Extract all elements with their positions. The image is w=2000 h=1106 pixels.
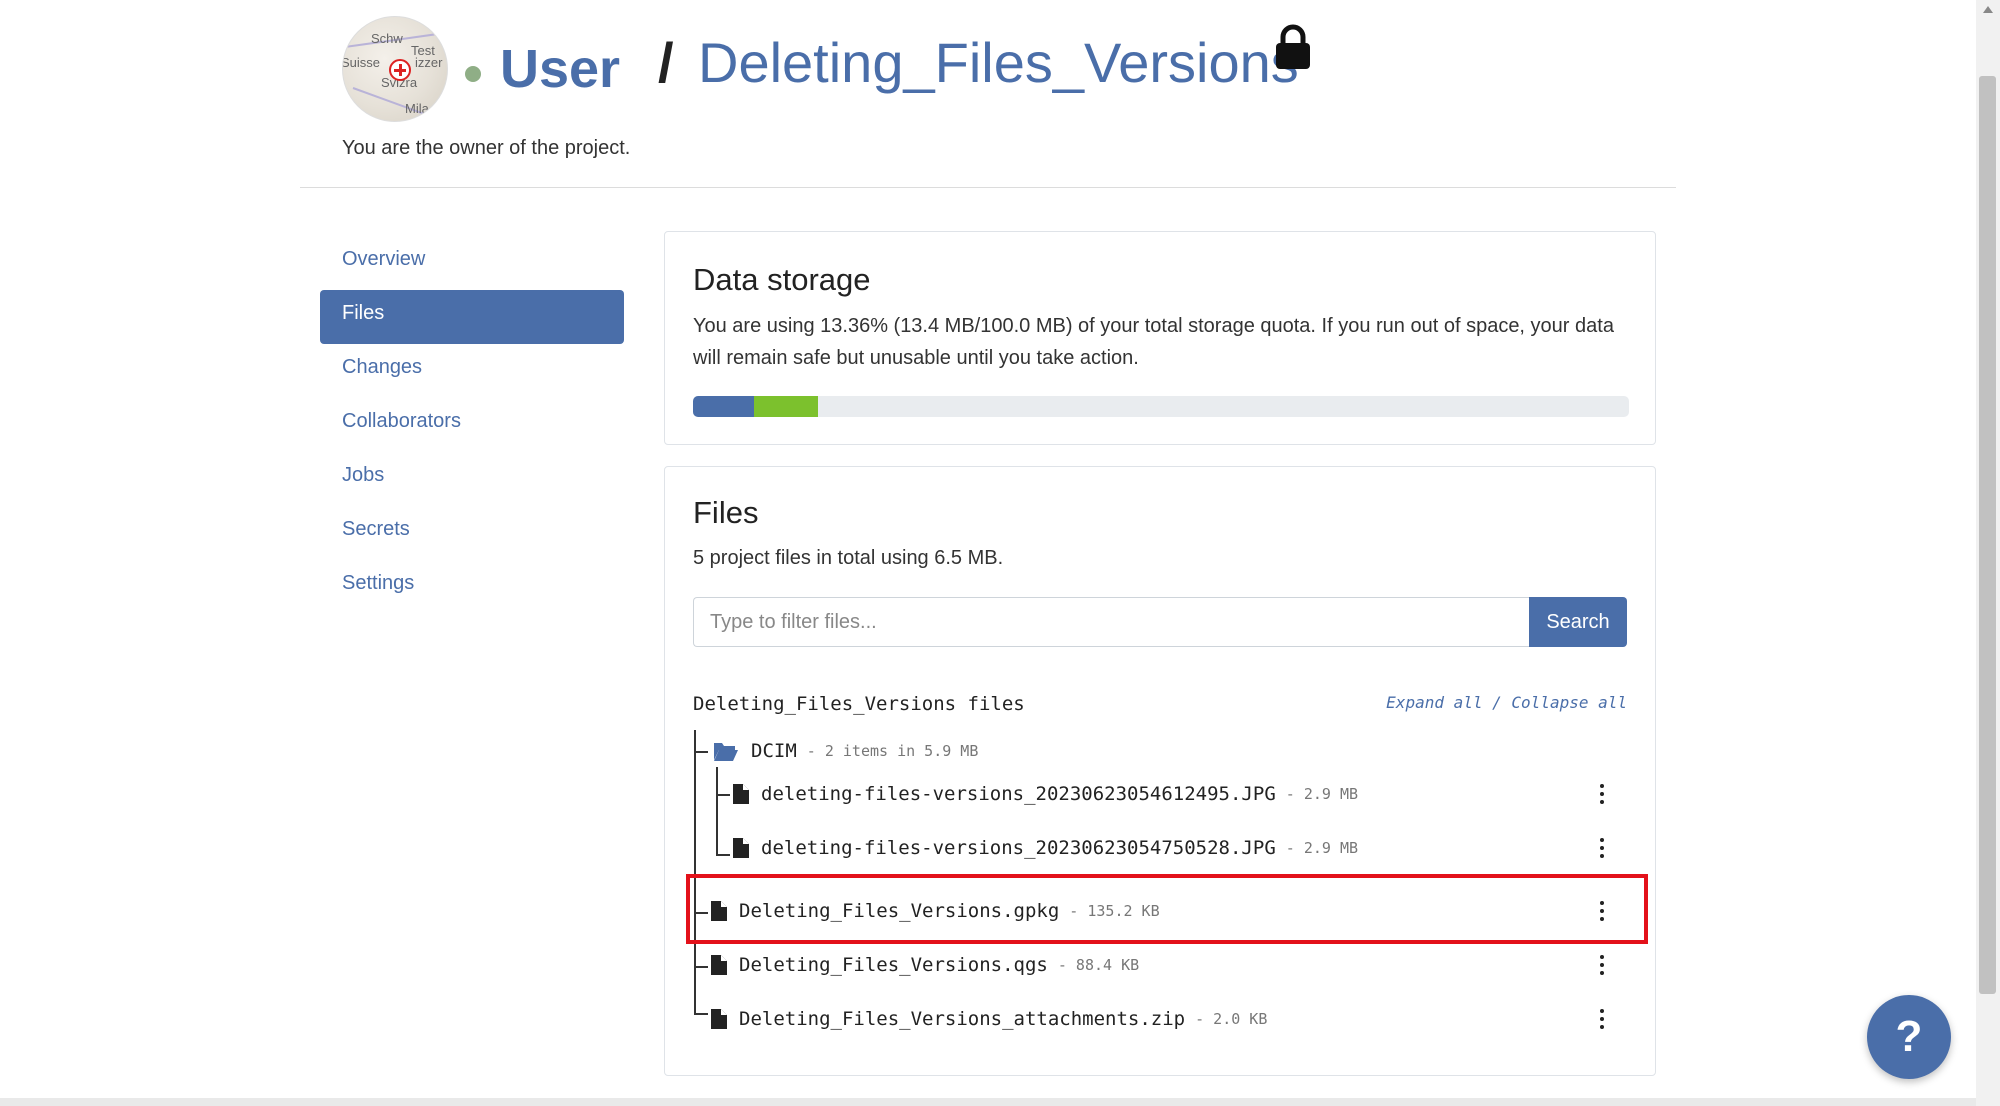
file-actions-menu-icon[interactable] <box>1592 781 1612 807</box>
tree-line <box>716 767 718 855</box>
file-name: Deleting_Files_Versions_attachments.zip <box>739 1008 1186 1030</box>
status-dot <box>465 66 481 82</box>
progress-segment-primary <box>693 396 754 417</box>
header-divider <box>300 187 1676 188</box>
file-icon <box>733 784 749 804</box>
bottom-bar <box>0 1098 1976 1106</box>
files-summary: 5 project files in total using 6.5 MB. <box>693 547 1004 569</box>
project-title-link[interactable]: Deleting_Files_Versions <box>698 30 1299 95</box>
sidebar-item-settings[interactable]: Settings <box>320 560 624 614</box>
file-meta: - 2.9 MB <box>1285 839 1359 857</box>
lock-icon <box>1276 24 1310 69</box>
expand-all-link[interactable]: Expand all <box>1386 693 1482 712</box>
avatar-map-label: izzer <box>415 55 443 70</box>
files-card: Files 5 project files in total using 6.5… <box>664 466 1656 1076</box>
file-meta: - 88.4 KB <box>1057 956 1140 974</box>
project-avatar[interactable]: Schw Test Suisse izzer Svizra Mila <box>342 16 448 122</box>
tree-controls: Expand all / Collapse all <box>1386 693 1627 712</box>
file-actions-menu-icon[interactable] <box>1592 835 1612 861</box>
file-row[interactable]: Deleting_Files_Versions_attachments.zip … <box>711 999 1267 1039</box>
file-name: deleting-files-versions_2023062305475052… <box>761 837 1276 859</box>
folder-meta: - 2 items in 5.9 MB <box>806 742 979 760</box>
progress-segment-secondary <box>753 396 819 417</box>
files-title: Files <box>693 495 759 530</box>
tree-line <box>694 966 708 968</box>
storage-description: You are using 13.36% (13.4 MB/100.0 MB) … <box>693 315 1614 369</box>
file-filter-input[interactable] <box>693 597 1529 647</box>
scroll-up-arrow-icon[interactable] <box>1983 6 1993 13</box>
file-row[interactable]: deleting-files-versions_2023062305475052… <box>733 828 1358 868</box>
collapse-all-link[interactable]: Collapse all <box>1511 693 1627 712</box>
sidebar-item-secrets[interactable]: Secrets <box>320 506 624 560</box>
help-button[interactable]: ? <box>1867 995 1951 1079</box>
map-marker-icon <box>389 59 411 81</box>
tree-line <box>716 854 730 856</box>
file-meta: - 2.0 KB <box>1195 1010 1268 1028</box>
file-icon <box>711 1009 727 1029</box>
search-button[interactable]: Search <box>1529 597 1627 647</box>
tree-line <box>694 730 696 1014</box>
sidebar-item-changes[interactable]: Changes <box>320 344 624 398</box>
sidebar-item-jobs[interactable]: Jobs <box>320 452 624 506</box>
data-storage-card: Data storage You are using 13.36% (13.4 … <box>664 231 1656 445</box>
owner-note: You are the owner of the project. <box>342 137 631 159</box>
avatar-map-label: Schw <box>371 31 403 46</box>
folder-open-icon <box>714 743 738 761</box>
file-name: deleting-files-versions_2023062305461249… <box>761 783 1276 805</box>
storage-progress-bar <box>693 396 1629 417</box>
file-meta: - 2.9 MB <box>1285 785 1359 803</box>
file-row[interactable]: Deleting_Files_Versions.qgs - 88.4 KB <box>711 945 1139 985</box>
highlight-box <box>686 874 1648 944</box>
sidebar-item-files[interactable]: Files <box>320 290 624 344</box>
avatar-map-label: Mila <box>405 101 429 116</box>
sidebar-nav: Overview Files Changes Collaborators Job… <box>320 236 624 614</box>
file-actions-menu-icon[interactable] <box>1592 1006 1612 1032</box>
file-row[interactable]: deleting-files-versions_2023062305461249… <box>733 774 1358 814</box>
file-actions-menu-icon[interactable] <box>1592 952 1612 978</box>
tree-line <box>694 1013 708 1015</box>
controls-separator: / <box>1482 693 1512 712</box>
folder-row[interactable]: DCIM - 2 items in 5.9 MB <box>713 731 978 771</box>
sidebar-item-overview[interactable]: Overview <box>320 236 624 290</box>
folder-name: DCIM <box>751 740 797 762</box>
breadcrumb-separator: / <box>658 31 674 94</box>
tree-line <box>716 794 730 796</box>
scrollbar-thumb[interactable] <box>1979 76 1996 994</box>
storage-title: Data storage <box>693 262 871 297</box>
sidebar-item-collaborators[interactable]: Collaborators <box>320 398 624 452</box>
avatar-map-label: Suisse <box>342 55 381 70</box>
file-name: Deleting_Files_Versions.qgs <box>739 954 1048 976</box>
file-icon <box>711 955 727 975</box>
file-tree-title: Deleting_Files_Versions files <box>693 693 1025 715</box>
tree-line <box>694 751 708 753</box>
owner-link[interactable]: User <box>500 38 620 100</box>
file-icon <box>733 838 749 858</box>
